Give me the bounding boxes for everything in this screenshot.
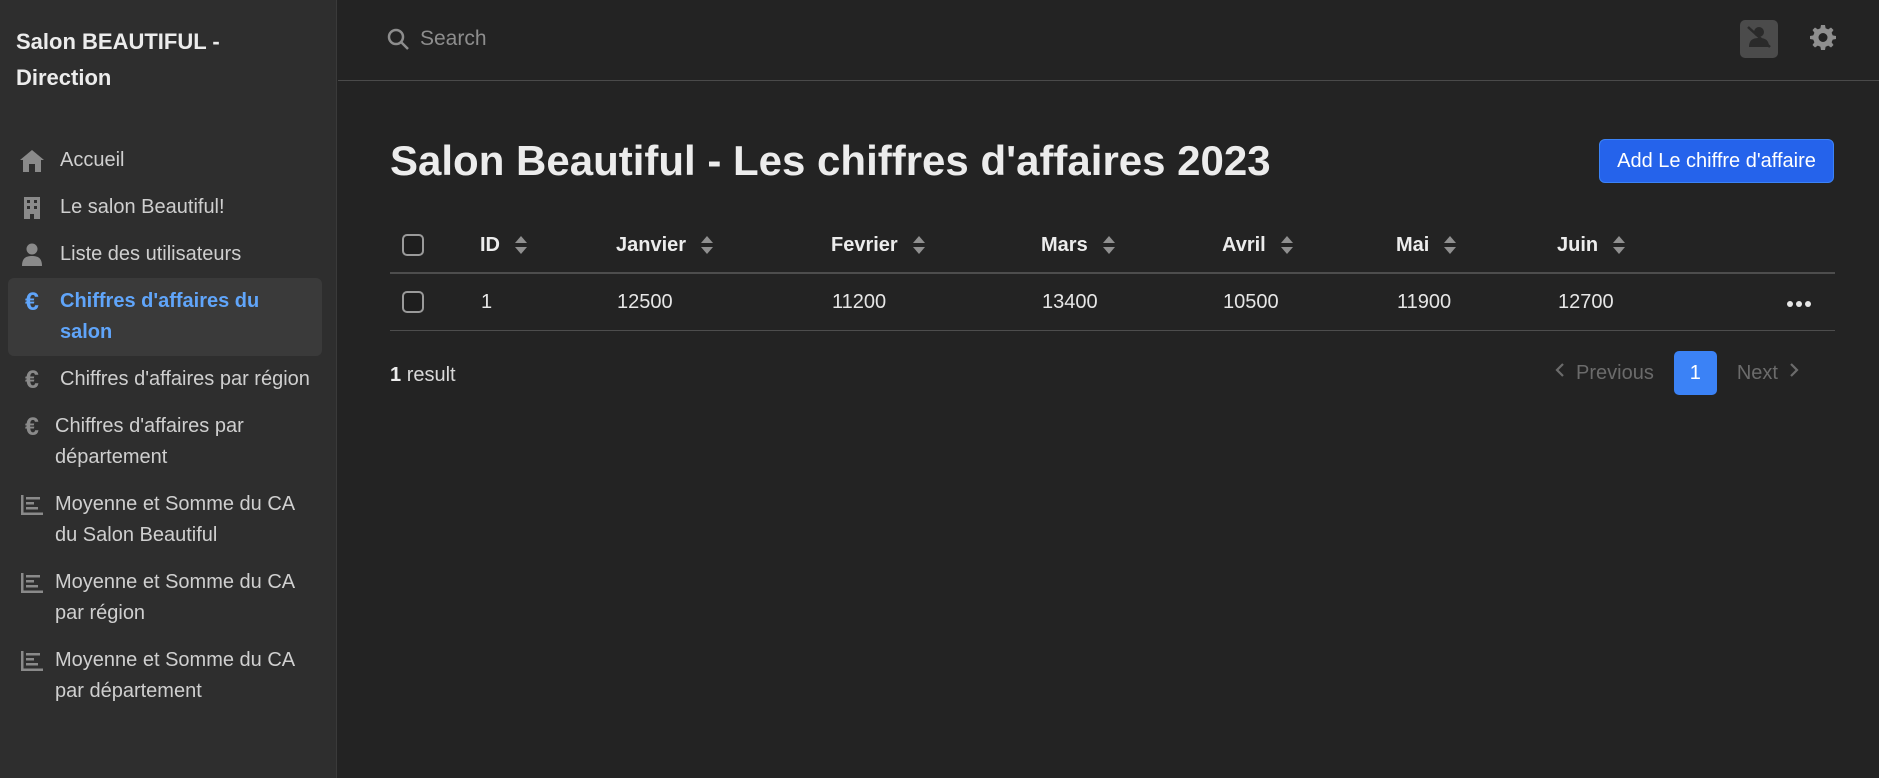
- sidebar-item-ca-region[interactable]: € Chiffres d'affaires par région: [8, 356, 322, 403]
- sidebar-item-label: Chiffres d'affaires par département: [55, 415, 244, 468]
- user-icon: [18, 242, 46, 268]
- result-count-number: 1: [390, 364, 402, 386]
- user-slash-icon: [1746, 25, 1772, 54]
- sort-icon: [1280, 235, 1294, 255]
- sidebar-item-ca-departement[interactable]: € Chiffres d'affaires par département: [8, 403, 322, 481]
- sidebar-item-label: Moyenne et Somme du CA par région: [55, 571, 295, 624]
- select-all-cell: [402, 218, 424, 272]
- page-title: Salon Beautiful - Les chiffres d'affaire…: [390, 137, 1271, 184]
- revenue-table: ID Janvier Fevrier Mars Avril Mai Juin 1…: [390, 218, 1835, 331]
- sidebar-item-salon[interactable]: Le salon Beautiful!: [8, 184, 322, 231]
- cell-avril: 10500: [1223, 290, 1279, 313]
- sidebar-item-label: Moyenne et Somme du CA par département: [55, 649, 295, 702]
- result-count-label: result: [406, 364, 456, 386]
- chart-icon: [18, 648, 46, 674]
- sort-icon: [700, 235, 714, 255]
- select-all-checkbox[interactable]: [402, 234, 424, 256]
- settings-button[interactable]: [1808, 24, 1838, 54]
- sidebar-item-moyenne-region[interactable]: Moyenne et Somme du CA par région: [8, 559, 322, 637]
- search-input[interactable]: [420, 20, 1020, 58]
- brand-title[interactable]: Salon BEAUTIFUL - Direction: [16, 24, 316, 96]
- column-header-janvier[interactable]: Janvier: [616, 218, 714, 272]
- next-label: Next: [1736, 361, 1778, 384]
- sidebar-item-label: Le salon Beautiful!: [60, 196, 225, 218]
- page-button-current[interactable]: 1: [1673, 351, 1717, 395]
- add-revenue-button[interactable]: Add Le chiffre d'affaire: [1599, 139, 1834, 183]
- sidebar-item-label: Liste des utilisateurs: [60, 243, 242, 265]
- column-header-mars[interactable]: Mars: [1041, 218, 1116, 272]
- sort-icon: [912, 235, 926, 255]
- more-horizontal-icon: [1786, 291, 1812, 314]
- euro-icon: €: [25, 366, 39, 394]
- cell-id: 1: [481, 290, 493, 313]
- cell-juin: 12700: [1558, 290, 1614, 313]
- column-header-fevrier[interactable]: Fevrier: [831, 218, 926, 272]
- sidebar-item-accueil[interactable]: Accueil: [8, 137, 322, 184]
- sidebar-item-utilisateurs[interactable]: Liste des utilisateurs: [8, 231, 322, 278]
- chart-icon: [18, 570, 46, 596]
- row-select-cell: [402, 274, 424, 330]
- sidebar: Salon BEAUTIFUL - Direction Accueil Le s…: [0, 0, 337, 778]
- sidebar-item-label: Chiffres d'affaires par région: [60, 368, 310, 390]
- pagination: Previous 1 Next: [1554, 351, 1800, 395]
- sidebar-item-label: Chiffres d'affaires du salon: [60, 290, 260, 343]
- sort-icon: [1443, 235, 1457, 255]
- user-menu-button[interactable]: [1740, 20, 1778, 58]
- chart-icon: [18, 492, 46, 518]
- row-actions-button[interactable]: [1786, 274, 1812, 330]
- previous-page-button[interactable]: Previous: [1554, 361, 1654, 385]
- building-icon: [18, 195, 46, 221]
- sort-icon: [514, 235, 528, 255]
- next-page-button[interactable]: Next: [1737, 361, 1800, 385]
- search-icon: [386, 27, 410, 56]
- cell-mai: 11900: [1397, 290, 1452, 313]
- column-header-id[interactable]: ID: [480, 218, 528, 272]
- column-header-mai[interactable]: Mai: [1396, 218, 1457, 272]
- cell-mars: 13400: [1042, 290, 1098, 313]
- gear-icon: [1810, 24, 1836, 55]
- previous-label: Previous: [1576, 361, 1654, 384]
- chevron-right-icon: [1788, 361, 1800, 385]
- cell-janvier: 12500: [617, 290, 673, 313]
- cell-fevrier: 11200: [832, 290, 887, 313]
- sidebar-item-moyenne-salon[interactable]: Moyenne et Somme du CA du Salon Beautifu…: [8, 481, 322, 559]
- sidebar-item-label: Accueil: [60, 149, 125, 171]
- euro-icon: €: [25, 288, 39, 316]
- chevron-left-icon: [1554, 361, 1566, 385]
- sidebar-item-ca-salon[interactable]: € Chiffres d'affaires du salon: [8, 278, 322, 356]
- topbar: [338, 0, 1879, 81]
- sort-icon: [1102, 235, 1116, 255]
- column-header-juin[interactable]: Juin: [1557, 218, 1626, 272]
- column-header-avril[interactable]: Avril: [1222, 218, 1294, 272]
- sidebar-nav: Accueil Le salon Beautiful! Liste des ut…: [8, 137, 322, 715]
- euro-icon: €: [25, 413, 39, 441]
- sidebar-item-moyenne-departement[interactable]: Moyenne et Somme du CA par département: [8, 637, 322, 715]
- sort-icon: [1612, 235, 1626, 255]
- result-count: 1 result: [390, 361, 456, 389]
- table-row[interactable]: 1 12500 11200 13400 10500 11900 12700: [390, 274, 1835, 331]
- table-header: ID Janvier Fevrier Mars Avril Mai Juin: [390, 218, 1835, 274]
- home-icon: [18, 148, 46, 174]
- row-checkbox[interactable]: [402, 291, 424, 313]
- sidebar-item-label: Moyenne et Somme du CA du Salon Beautifu…: [55, 493, 295, 546]
